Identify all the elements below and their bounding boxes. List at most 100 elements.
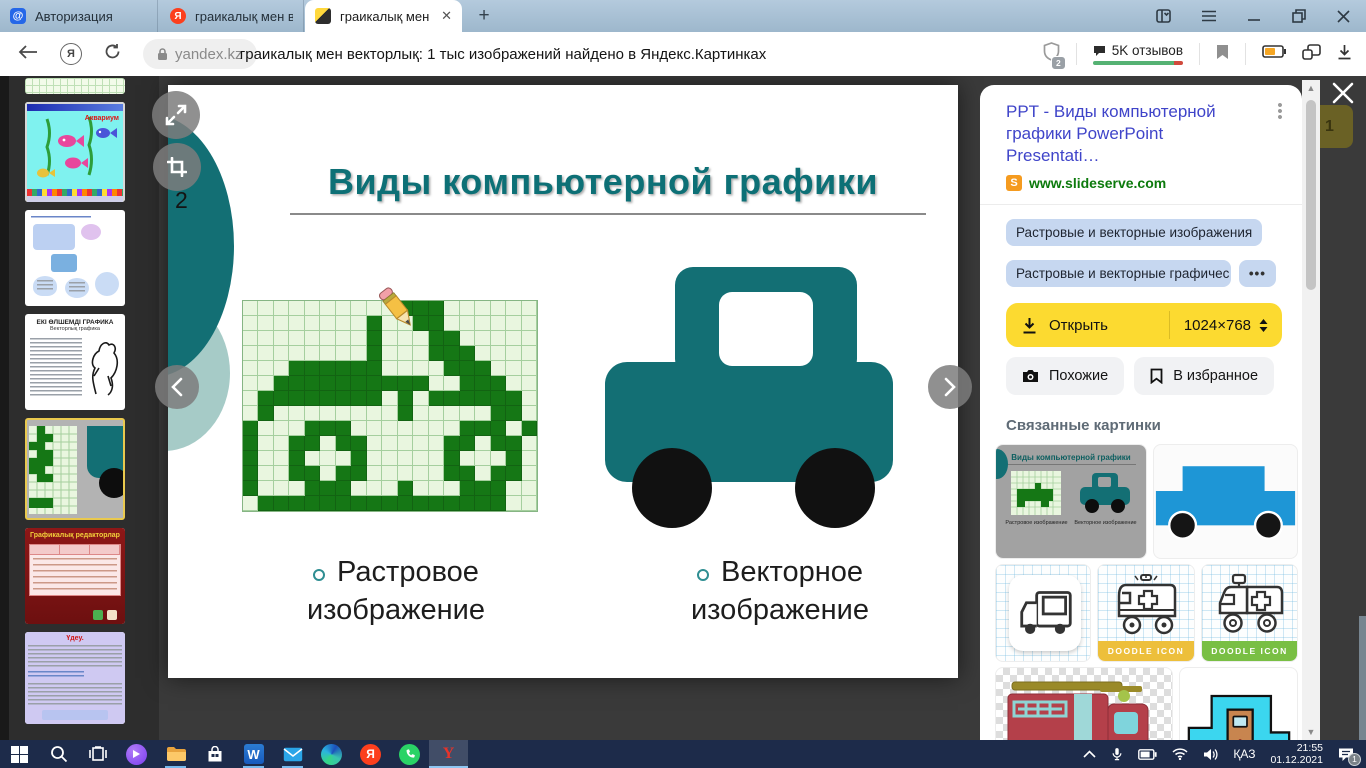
sidebar-panel-icon[interactable] (1141, 0, 1186, 32)
thumb-vector-lesson[interactable] (25, 210, 125, 306)
vector-car-window (719, 292, 813, 366)
doodle-banner: DOODLE ICON (1202, 641, 1297, 661)
thumb-horse-slide[interactable]: ЕКІ ӨЛШЕМДІ ГРАФИКА Векторлық графика (25, 314, 125, 410)
bookmark-icon[interactable] (1216, 44, 1229, 65)
back-icon[interactable] (18, 44, 38, 64)
close-button[interactable] (1321, 0, 1366, 32)
blue-car-art (1155, 466, 1296, 540)
clock[interactable]: 21:55 01.12.2021 (1270, 742, 1323, 766)
alice-assistant-icon[interactable] (117, 740, 156, 768)
dimmed-page-fragment: 1 (1320, 105, 1353, 148)
protect-shield-icon[interactable]: 2 (1043, 42, 1066, 70)
mail-icon[interactable] (273, 740, 312, 768)
cyan-truck-art (1187, 694, 1291, 740)
scrollbar-thumb[interactable] (1306, 100, 1316, 290)
more-options-icon[interactable]: • • • (1274, 98, 1286, 125)
thumb-current-selected[interactable] (25, 418, 125, 520)
mini-raster-car (1010, 471, 1061, 515)
page-scrollbar-fragment (1359, 616, 1366, 740)
search-button[interactable] (39, 740, 78, 768)
thumbnail-column: Аквариум ЕКІ ӨЛШЕМДІ ГРАФИКА Векторлық г… (9, 76, 159, 740)
related-image-ambulance-2[interactable]: DOODLE ICON (1201, 564, 1298, 662)
yandex-browser-icon[interactable]: Y (429, 740, 468, 768)
image-viewer-overlay: Аквариум ЕКІ ӨЛШЕМДІ ГРАФИКА Векторлық г… (0, 76, 1366, 740)
battery-saver-icon[interactable] (1262, 45, 1286, 63)
wifi-icon[interactable] (1172, 748, 1188, 760)
tab-title: граикалық мен векторл (340, 8, 432, 24)
close-viewer-icon[interactable] (1332, 82, 1354, 104)
crop-button[interactable] (153, 143, 201, 191)
address-bar: Я yandex.kz граикалық мен векторлық: 1 т… (0, 32, 1366, 76)
screen: @ Авторизация Я граикалық мен векторлы г… (0, 0, 1366, 768)
action-center-icon[interactable]: 1 (1338, 747, 1361, 766)
site-url[interactable]: www.slideserve.com (1029, 175, 1166, 191)
related-image-doodle-truck[interactable] (995, 564, 1092, 662)
tray-expand-icon[interactable] (1083, 750, 1096, 758)
related-image-firetruck[interactable] (995, 667, 1174, 740)
open-image-bar[interactable]: Открыть 1024×768 (1006, 303, 1282, 347)
aquarium-fish-art (37, 116, 117, 178)
downloads-icon[interactable] (1337, 44, 1352, 65)
add-to-favorites-button[interactable]: В избранное (1134, 357, 1275, 395)
tab-search-results[interactable]: Я граикалық мен векторлы (160, 0, 304, 32)
file-explorer-icon[interactable] (156, 740, 195, 768)
similar-images-button[interactable]: Похожие (1006, 357, 1125, 395)
query-chip[interactable]: Растровые и векторные изображения (1006, 219, 1263, 246)
microphone-icon[interactable] (1111, 747, 1123, 762)
tab-authorization[interactable]: @ Авторизация (0, 0, 158, 32)
volume-icon[interactable] (1203, 748, 1218, 761)
thumb-formula-slide[interactable]: Үдеу. (25, 632, 125, 724)
scroll-down-icon[interactable]: ▼ (1302, 724, 1320, 740)
aquarium-caption: Аквариум (84, 115, 119, 122)
new-tab-button[interactable]: + (470, 3, 498, 29)
thumb-editors-slide[interactable]: Графикалық редакторлар (25, 528, 125, 624)
query-chip[interactable]: Растровые и векторные графичес… (1006, 260, 1231, 287)
whatsapp-icon[interactable] (390, 740, 429, 768)
related-image-ambulance-1[interactable]: DOODLE ICON (1097, 564, 1195, 662)
edge-icon[interactable] (312, 740, 351, 768)
word-icon[interactable]: W (234, 740, 273, 768)
related-image-cyan-truck[interactable] (1179, 667, 1298, 740)
yandex-home-icon[interactable]: Я (60, 43, 82, 65)
next-image-button[interactable] (928, 365, 972, 409)
mini-raster-fragment (29, 426, 77, 514)
result-title-link[interactable]: PPT - Виды компьютерной графики PowerPoi… (1006, 101, 1260, 167)
start-button[interactable] (0, 740, 39, 768)
extensions-icon[interactable] (1302, 43, 1321, 65)
yandex-app-icon[interactable]: Я (351, 740, 390, 768)
refresh-icon[interactable] (104, 43, 121, 65)
doodle-truck-art (1020, 591, 1072, 634)
previous-image-button[interactable] (155, 365, 199, 409)
firetruck-art (1007, 681, 1149, 740)
open-button[interactable]: Открыть (1006, 317, 1169, 334)
url-field[interactable]: yandex.kz (143, 39, 257, 69)
language-indicator[interactable]: ҚАЗ (1233, 747, 1255, 761)
related-image-slide[interactable]: Виды компьютерной графики Растровое изоб… (995, 444, 1147, 559)
slide-number: 2 (175, 187, 188, 213)
reviews-widget[interactable]: 5K отзывов (1092, 43, 1183, 65)
more-chips-button[interactable]: ••• (1238, 260, 1276, 287)
related-image-blue-car[interactable] (1153, 444, 1298, 559)
protect-badge: 2 (1051, 56, 1066, 70)
fullscreen-button[interactable] (152, 91, 200, 139)
vector-label: Векторное изображение (690, 556, 870, 626)
panel-scrollbar[interactable]: ▲ ▼ (1302, 80, 1320, 740)
task-view-button[interactable] (78, 740, 117, 768)
mini-vector-car (1079, 473, 1130, 513)
battery-icon[interactable] (1138, 748, 1157, 760)
horse-slide-title: ЕКІ ӨЛШЕМДІ ГРАФИКА (36, 319, 114, 326)
browser-menu-icon[interactable] (1186, 0, 1231, 32)
tab-image-viewer-active[interactable]: граикалық мен векторл ✕ (305, 0, 462, 32)
thumb-grid-partial[interactable] (25, 78, 125, 94)
restore-button[interactable] (1276, 0, 1321, 32)
thumb-aquarium[interactable]: Аквариум (25, 102, 125, 202)
editors-table (29, 544, 121, 596)
ambulance-art (1117, 574, 1177, 635)
system-tray: ҚАЗ 21:55 01.12.2021 1 (1083, 740, 1366, 768)
scroll-up-icon[interactable]: ▲ (1302, 80, 1320, 96)
minimize-button[interactable] (1231, 0, 1276, 32)
resolution-selector[interactable]: 1024×768 (1170, 317, 1282, 334)
main-image-slide[interactable]: 2 Виды компьютерной графики Растровое из… (168, 85, 958, 678)
microsoft-store-icon[interactable] (195, 740, 234, 768)
tab-close-icon[interactable]: ✕ (441, 8, 452, 24)
